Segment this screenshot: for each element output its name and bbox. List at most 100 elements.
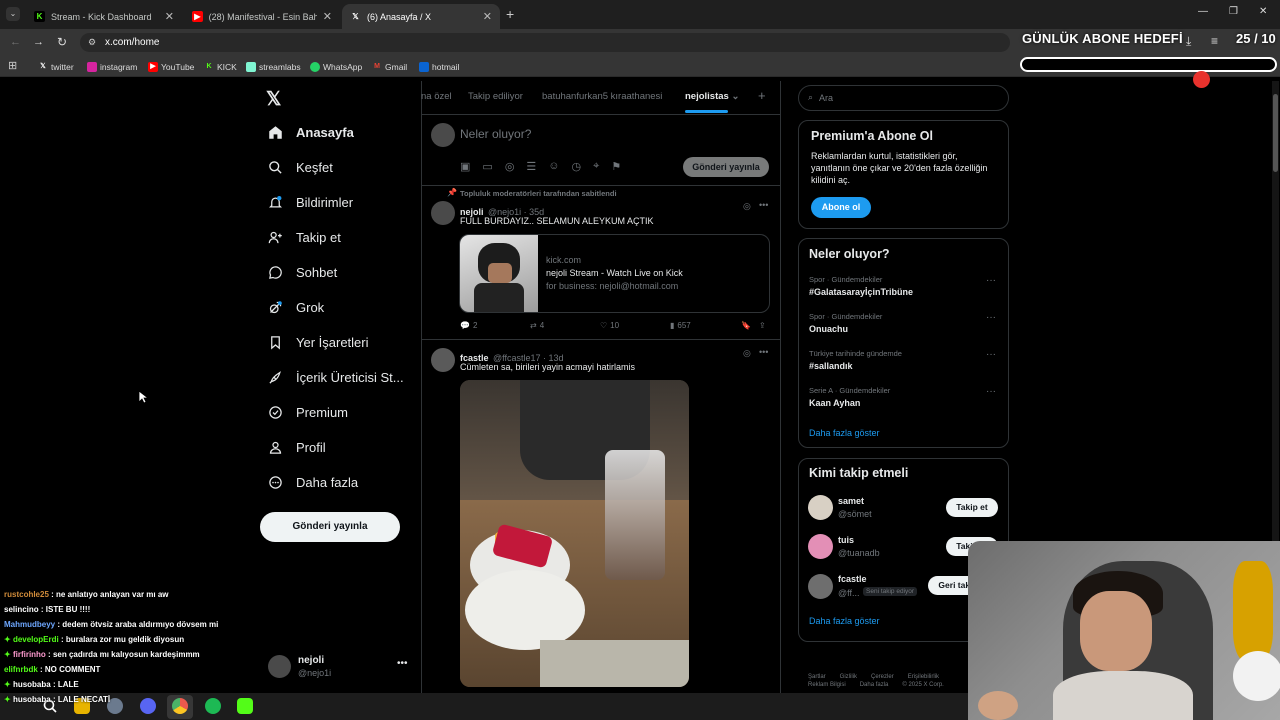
footer-link[interactable]: Reklam Bilgisi xyxy=(808,682,846,688)
more-icon[interactable]: ··· xyxy=(986,349,996,360)
image-icon[interactable]: ▣ xyxy=(460,160,470,173)
browser-tab-kick[interactable]: K Stream - Kick Dashboard ✕ xyxy=(26,4,182,29)
tab-community[interactable]: batuhanfurkan5 kıraathanesi xyxy=(542,91,662,102)
gif-icon[interactable]: ▭ xyxy=(482,160,492,173)
site-info-icon[interactable]: ⚙ xyxy=(88,33,96,52)
nav-follow[interactable]: Takip et xyxy=(268,230,341,245)
more-icon[interactable]: ··· xyxy=(986,312,996,323)
footer-link[interactable]: Gizlilik xyxy=(840,674,857,680)
grok-icon[interactable]: ◎ xyxy=(505,160,515,173)
footer-link[interactable]: Çerezler xyxy=(871,674,894,680)
follow-name[interactable]: fcastle xyxy=(838,574,867,584)
x-logo-icon[interactable]: 𝕏 xyxy=(266,88,281,111)
forward-icon[interactable]: → xyxy=(33,36,44,48)
bookmark-hotmail[interactable]: hotmail xyxy=(419,60,459,74)
tab-following[interactable]: Takip ediliyor xyxy=(468,91,523,102)
reply-button[interactable]: 💬 2 xyxy=(460,321,477,330)
trend-item[interactable]: #sallandık xyxy=(809,361,853,371)
trend-item[interactable]: #GalatasarayİçinTribüne xyxy=(809,287,913,297)
avatar[interactable] xyxy=(808,534,833,559)
nav-creator-studio[interactable]: İçerik Üreticisi St... xyxy=(268,370,404,385)
add-tab-icon[interactable]: + xyxy=(758,88,766,103)
emoji-icon[interactable]: ☺ xyxy=(548,160,559,173)
close-icon[interactable]: ✕ xyxy=(323,10,332,23)
follow-button[interactable]: Takip et xyxy=(946,498,998,517)
location-icon[interactable]: ⌖ xyxy=(593,160,599,173)
compose-post-button[interactable]: Gönderi yayınla xyxy=(683,157,769,177)
restore-button[interactable]: ❐ xyxy=(1229,6,1238,17)
follow-name[interactable]: tuis xyxy=(838,535,854,545)
bookmark-youtube[interactable]: ▶ YouTube xyxy=(148,60,194,74)
show-more-trends-link[interactable]: Daha fazla göster xyxy=(809,428,880,438)
search-field[interactable]: ⌕ Ara xyxy=(798,85,1009,111)
nav-bookmarks[interactable]: Yer İşaretleri xyxy=(268,335,369,350)
follow-name[interactable]: samet xyxy=(838,496,864,506)
bookmark-instagram[interactable]: instagram xyxy=(87,60,137,74)
new-tab-button[interactable]: + xyxy=(506,6,514,22)
post-button[interactable]: Gönderi yayınla xyxy=(260,512,400,542)
bookmark-streamlabs[interactable]: streamlabs xyxy=(246,60,301,74)
nav-chat[interactable]: Sohbet xyxy=(268,265,337,280)
close-icon[interactable]: ✕ xyxy=(483,10,492,23)
browser-tab-youtube[interactable]: ▶ (28) Manifestival - Esin Bahat ile... … xyxy=(184,4,340,29)
tab-for-you[interactable]: na özel xyxy=(421,91,452,102)
bookmark-gmail[interactable]: M Gmail xyxy=(372,60,407,74)
subscribe-button[interactable]: Abone ol xyxy=(811,197,871,218)
spotify-icon[interactable] xyxy=(205,698,221,714)
footer-link[interactable]: Daha fazla xyxy=(860,682,889,688)
avatar[interactable] xyxy=(431,201,455,225)
nav-more[interactable]: Daha fazla xyxy=(268,475,358,490)
trend-item[interactable]: Onuachu xyxy=(809,324,848,334)
apps-grid-icon[interactable]: ⊞ xyxy=(8,59,17,72)
download-icon[interactable]: ⤓ xyxy=(1186,34,1191,49)
bookmark-kick[interactable]: K KICK xyxy=(204,60,236,74)
browser-tab-x[interactable]: 𝕏 (6) Anasayfa / X ✕ xyxy=(342,4,500,29)
schedule-icon[interactable]: ◷ xyxy=(572,160,582,173)
trend-item[interactable]: Kaan Ayhan xyxy=(809,398,860,408)
discord-icon[interactable] xyxy=(140,698,156,714)
more-icon[interactable]: ••• xyxy=(759,200,768,210)
nav-notifications[interactable]: Bildirimler xyxy=(268,195,353,210)
bookmark-icon[interactable]: 🔖 xyxy=(741,321,751,330)
avatar[interactable] xyxy=(808,495,833,520)
views-button[interactable]: ▮ 657 xyxy=(670,321,691,330)
nav-premium[interactable]: Premium xyxy=(268,405,348,420)
footer-link[interactable]: Erişilebilirlik xyxy=(908,674,939,680)
repost-button[interactable]: ⇄ 4 xyxy=(530,321,544,330)
show-more-follows-link[interactable]: Daha fazla göster xyxy=(809,616,880,626)
minimize-button[interactable]: — xyxy=(1198,6,1208,17)
link-card[interactable]: kick.com nejoli Stream - Watch Live on K… xyxy=(459,234,770,313)
flag-icon[interactable]: ⚑ xyxy=(611,160,621,173)
more-icon[interactable]: ··· xyxy=(986,275,996,286)
tab-search-button[interactable]: ⌄ xyxy=(6,7,20,21)
grok-icon[interactable]: ◎ xyxy=(743,201,751,212)
reload-icon[interactable]: ↻ xyxy=(57,35,67,49)
kick-app-icon[interactable] xyxy=(237,698,253,714)
like-button[interactable]: ♡ 10 xyxy=(600,321,619,330)
tab-nejolistas[interactable]: nejolistas ⌄ xyxy=(685,91,739,102)
scrollbar-thumb[interactable] xyxy=(1273,94,1278,172)
avatar[interactable] xyxy=(431,348,455,372)
avatar[interactable] xyxy=(808,574,833,599)
more-icon[interactable]: ··· xyxy=(986,386,996,397)
poll-icon[interactable]: ☰ xyxy=(526,160,536,173)
back-icon[interactable]: ← xyxy=(10,36,21,48)
account-menu-icon[interactable]: ••• xyxy=(397,658,408,669)
avatar[interactable] xyxy=(268,655,291,678)
grok-icon[interactable]: ◎ xyxy=(743,348,751,359)
close-window-button[interactable]: ✕ xyxy=(1259,6,1267,17)
close-icon[interactable]: ✕ xyxy=(165,10,174,23)
footer-link[interactable]: Şartlar xyxy=(808,674,826,680)
bookmark-twitter[interactable]: 𝕏twitter xyxy=(38,60,74,74)
compose-input[interactable]: Neler oluyor? xyxy=(460,127,531,141)
nav-grok[interactable]: Grok xyxy=(268,300,324,315)
bookmark-whatsapp[interactable]: WhatsApp xyxy=(310,60,362,74)
url-field[interactable]: ⚙ x.com/home xyxy=(80,33,1010,52)
nav-profile[interactable]: Profil xyxy=(268,440,326,455)
share-icon[interactable]: ⇪ xyxy=(759,321,766,330)
more-icon[interactable]: ••• xyxy=(759,347,768,357)
nav-home[interactable]: Anasayfa xyxy=(268,125,354,140)
media-queue-icon[interactable]: ≡ xyxy=(1211,34,1218,48)
tweet-photo[interactable] xyxy=(460,380,689,687)
nav-explore[interactable]: Keşfet xyxy=(268,160,333,175)
